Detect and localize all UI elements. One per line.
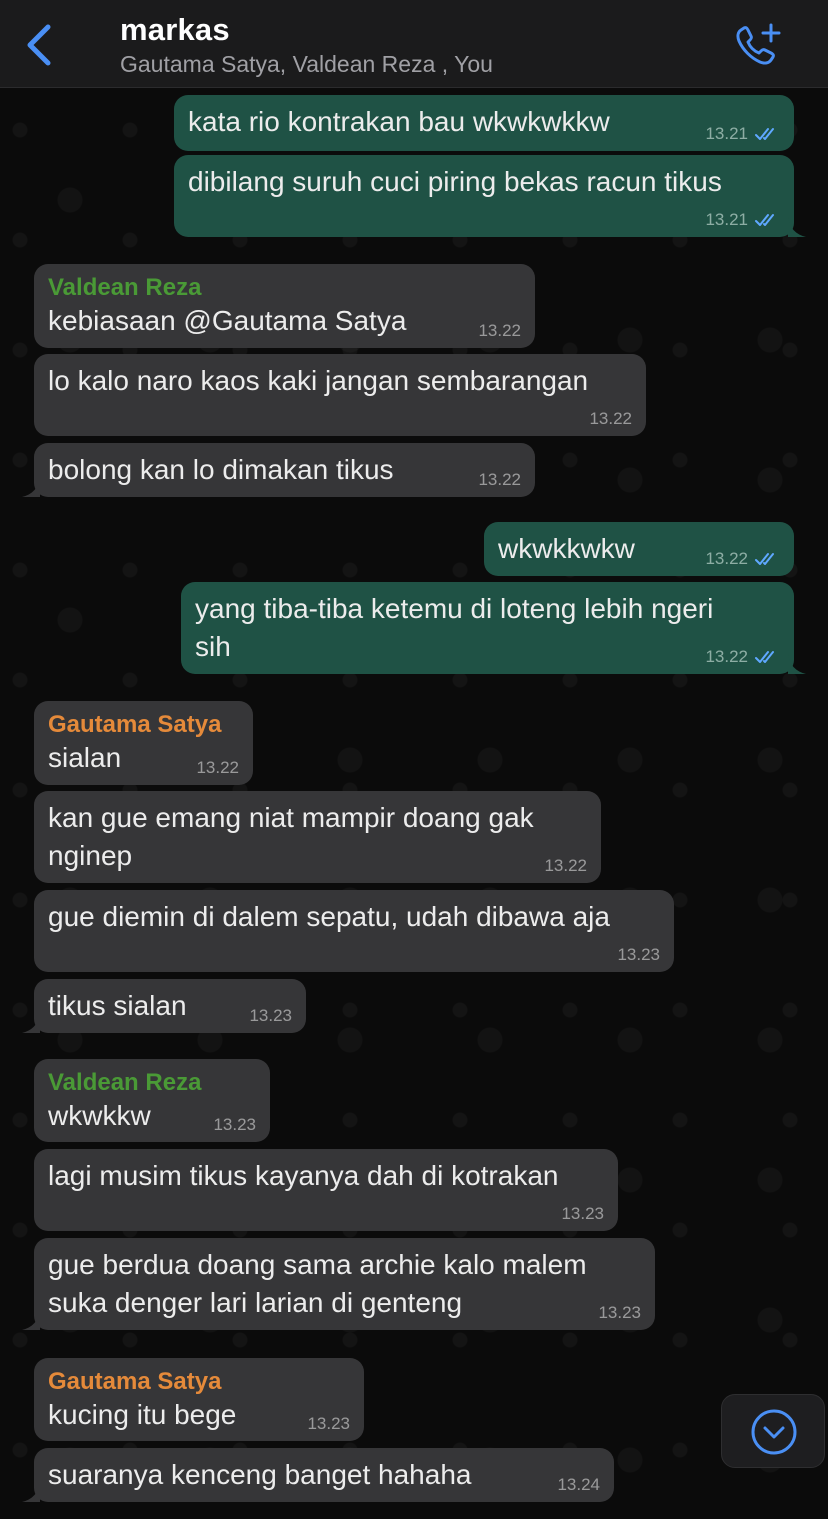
message-bubble-incoming[interactable]: suaranya kenceng banget hahaha 13.24 [22, 1448, 614, 1502]
message-bubble-incoming[interactable]: gue berdua doang sama archie kalo malem … [22, 1238, 655, 1330]
message-time: 13.22 [196, 758, 239, 777]
message-meta: 13.21 [705, 124, 780, 144]
read-receipt-icon [755, 651, 774, 663]
message-bubble-incoming[interactable]: Valdean Reza wkwkkw 13.23 [34, 1059, 270, 1142]
message-bubble-outgoing[interactable]: wkwkkwkw 13.22 [484, 522, 794, 576]
chat-header: markas Gautama Satya, Valdean Reza , You [0, 0, 828, 88]
message-meta: 13.22 [478, 470, 521, 490]
message-bubble-incoming[interactable]: Gautama Satya sialan 13.22 [34, 701, 253, 785]
message-text: kebiasaan @Gautama Satya [48, 305, 407, 336]
message-text: kata rio kontrakan bau wkwkwkkw [188, 106, 610, 137]
message-bubble-outgoing[interactable]: yang tiba-tiba ketemu di loteng lebih ng… [181, 582, 806, 674]
message-meta: 13.23 [249, 1006, 292, 1026]
message-bubble-incoming[interactable]: Valdean Reza kebiasaan @Gautama Satya 13… [34, 264, 535, 348]
message-time: 13.22 [478, 321, 521, 340]
message-bubble-incoming[interactable]: lagi musim tikus kayanya dah di kotrakan… [34, 1149, 618, 1231]
message-meta: 13.23 [213, 1115, 256, 1135]
sender-name: Valdean Reza [48, 1069, 202, 1096]
message-time: 13.22 [589, 409, 632, 428]
read-receipt-icon [755, 128, 774, 140]
message-text: bolong kan lo dimakan tikus [48, 454, 394, 485]
message-meta: 13.23 [307, 1414, 350, 1434]
sender-name: Valdean Reza [48, 274, 202, 301]
message-meta: 13.22 [705, 549, 780, 569]
chat-title[interactable]: markas [120, 12, 230, 48]
message-time: 13.23 [617, 945, 660, 964]
message-time: 13.23 [249, 1006, 292, 1025]
sender-name: Gautama Satya [48, 1368, 222, 1395]
message-text: dibilang suruh cuci piring bekas racun t… [188, 166, 722, 197]
message-meta: 13.23 [598, 1303, 641, 1323]
chevron-left-icon [27, 24, 51, 66]
back-button[interactable] [18, 20, 62, 70]
message-time: 13.22 [478, 470, 521, 489]
message-time: 13.22 [705, 647, 748, 666]
chat-screen: kata rio kontrakan bau wkwkwkkw 13.21 di… [0, 0, 828, 1519]
add-call-button[interactable] [730, 20, 786, 70]
bubble-tail [22, 1482, 40, 1502]
message-bubble-incoming[interactable]: gue diemin di dalem sepatu, udah dibawa … [34, 890, 674, 972]
message-meta: 13.21 [705, 210, 780, 230]
chat-participants[interactable]: Gautama Satya, Valdean Reza , You [120, 51, 493, 78]
message-meta: 13.22 [196, 758, 239, 778]
message-time: 13.23 [307, 1414, 350, 1433]
message-bubble-outgoing[interactable]: kata rio kontrakan bau wkwkwkkw 13.21 [174, 95, 794, 151]
message-time: 13.23 [213, 1115, 256, 1134]
message-meta: 13.23 [617, 945, 660, 965]
message-text: lagi musim tikus kayanya dah di kotrakan [48, 1160, 559, 1191]
add-call-icon [736, 23, 781, 65]
read-receipt-icon [755, 214, 774, 226]
message-time: 13.24 [557, 1475, 600, 1494]
message-time: 13.23 [561, 1204, 604, 1223]
message-text: gue diemin di dalem sepatu, udah dibawa … [48, 901, 610, 932]
message-meta: 13.22 [544, 856, 587, 876]
message-text: yang tiba-tiba ketemu di loteng lebih ng… [195, 593, 714, 662]
message-meta: 13.22 [478, 321, 521, 341]
bubble-tail [22, 1310, 40, 1330]
bubble-tail [788, 217, 806, 237]
bubble-tail [22, 1013, 40, 1033]
message-meta: 13.22 [705, 647, 780, 667]
message-text: kucing itu bege [48, 1399, 237, 1430]
message-bubble-incoming[interactable]: Gautama Satya kucing itu bege 13.23 [34, 1358, 364, 1441]
message-text: lo kalo naro kaos kaki jangan sembaranga… [48, 365, 589, 396]
read-receipt-icon [755, 553, 774, 565]
bubble-tail [788, 654, 806, 674]
message-meta: 13.22 [589, 409, 632, 429]
message-time: 13.23 [598, 1303, 641, 1322]
message-bubble-outgoing[interactable]: dibilang suruh cuci piring bekas racun t… [174, 155, 806, 237]
message-text: gue berdua doang sama archie kalo malem … [48, 1249, 587, 1318]
sender-name: Gautama Satya [48, 711, 222, 738]
message-bubble-incoming[interactable]: tikus sialan 13.23 [22, 979, 306, 1033]
message-bubble-incoming[interactable]: kan gue emang niat mampir doang gak ngin… [34, 791, 601, 883]
chevron-down-circle-icon [751, 1409, 797, 1455]
message-text: suaranya kenceng banget hahaha [48, 1459, 472, 1490]
message-time: 13.21 [705, 124, 748, 143]
message-bubble-incoming[interactable]: lo kalo naro kaos kaki jangan sembaranga… [34, 354, 646, 436]
scroll-to-bottom-button[interactable] [721, 1394, 825, 1468]
message-meta: 13.24 [557, 1475, 600, 1495]
message-time: 13.22 [705, 549, 748, 568]
message-bubble-incoming[interactable]: bolong kan lo dimakan tikus 13.22 [22, 443, 535, 497]
message-text: kan gue emang niat mampir doang gak ngin… [48, 802, 534, 871]
message-time: 13.22 [544, 856, 587, 875]
bubble-tail [22, 477, 40, 497]
message-meta: 13.23 [561, 1204, 604, 1224]
message-time: 13.21 [705, 210, 748, 229]
